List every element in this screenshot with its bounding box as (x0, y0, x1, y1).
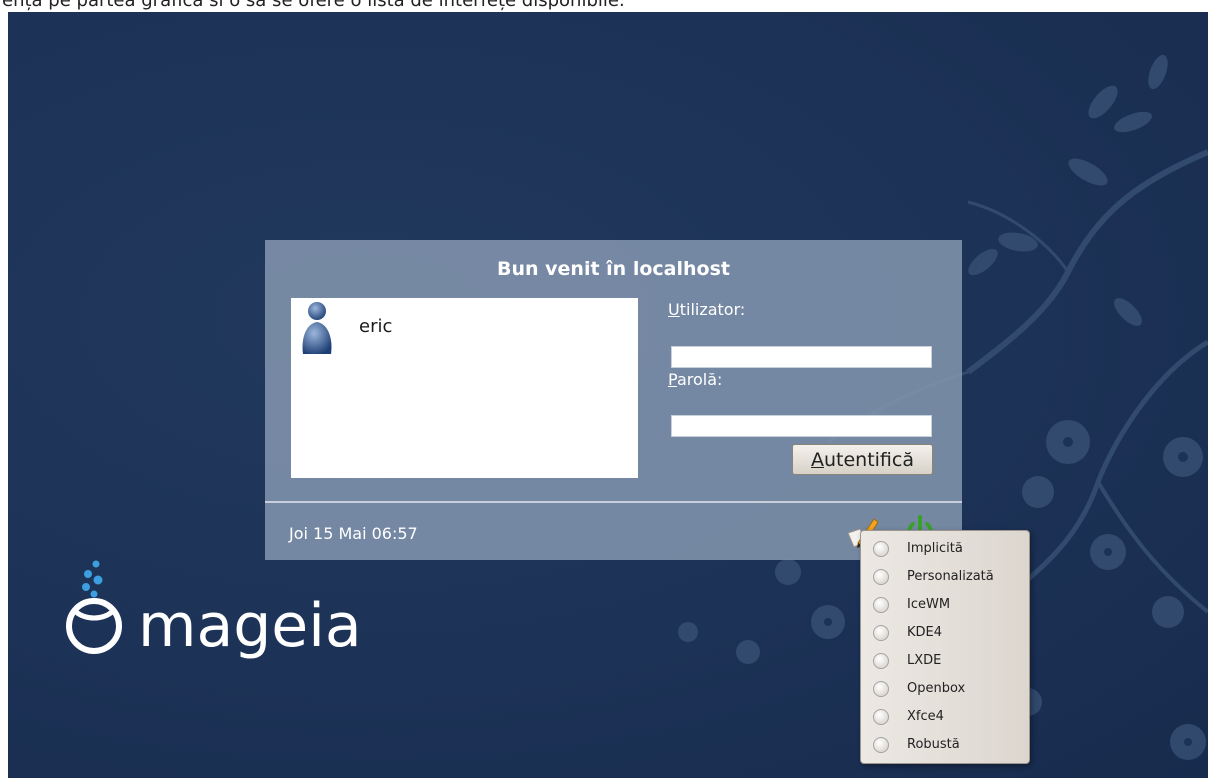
radio-icon[interactable] (873, 597, 889, 613)
menu-item-label: LXDE (907, 653, 942, 668)
mageia-logo: mageia (66, 560, 362, 660)
username-input[interactable] (671, 346, 932, 368)
username-label: Utilizator: (668, 300, 746, 319)
radio-icon[interactable] (873, 709, 889, 725)
menu-item-label: Personalizată (907, 569, 994, 584)
menu-item-personalizata[interactable]: Personalizată (861, 563, 1029, 591)
clock-text: Joi 15 Mai 06:57 (289, 524, 418, 543)
user-entry-eric[interactable]: eric (299, 298, 629, 356)
user-list[interactable]: eric (291, 298, 638, 478)
welcome-title: Bun venit în localhost (497, 258, 730, 280)
panel-divider (265, 501, 962, 503)
menu-item-implicita[interactable]: Implicită (861, 535, 1029, 563)
logo-wordmark: mageia (138, 591, 362, 660)
menu-item-icewm[interactable]: IceWM (861, 591, 1029, 619)
password-input[interactable] (671, 415, 932, 437)
menu-item-kde4[interactable]: KDE4 (861, 619, 1029, 647)
session-menu: Implicită Personalizată IceWM KDE4 LXDE … (860, 530, 1030, 764)
caption-text: ență pe partea grafică si o să se ofere … (2, 0, 625, 11)
menu-item-label: KDE4 (907, 625, 943, 640)
menu-item-label: Xfce4 (907, 709, 944, 724)
radio-icon[interactable] (873, 625, 889, 641)
login-button[interactable]: Autentifică (792, 444, 933, 475)
radio-icon[interactable] (873, 681, 889, 697)
radio-icon[interactable] (873, 541, 889, 557)
radio-icon[interactable] (873, 653, 889, 669)
radio-icon[interactable] (873, 737, 889, 753)
top-caption: ență pe partea grafică si o să se ofere … (0, 0, 1208, 12)
user-avatar-icon (302, 302, 332, 354)
login-panel: Bun venit în localhost eric Utilizator: (265, 240, 962, 560)
menu-item-robusta[interactable]: Robustă (861, 731, 1029, 759)
menu-item-label: IceWM (907, 597, 951, 612)
radio-icon[interactable] (873, 569, 889, 585)
desktop-background: Bun venit în localhost eric Utilizator: (8, 12, 1208, 778)
user-name: eric (359, 316, 393, 337)
menu-item-label: Robustă (907, 737, 960, 752)
menu-item-xfce4[interactable]: Xfce4 (861, 703, 1029, 731)
menu-item-lxde[interactable]: LXDE (861, 647, 1029, 675)
menu-item-label: Implicită (907, 541, 963, 556)
password-label: Parolă: (668, 370, 723, 389)
menu-item-label: Openbox (907, 681, 966, 696)
menu-item-openbox[interactable]: Openbox (861, 675, 1029, 703)
